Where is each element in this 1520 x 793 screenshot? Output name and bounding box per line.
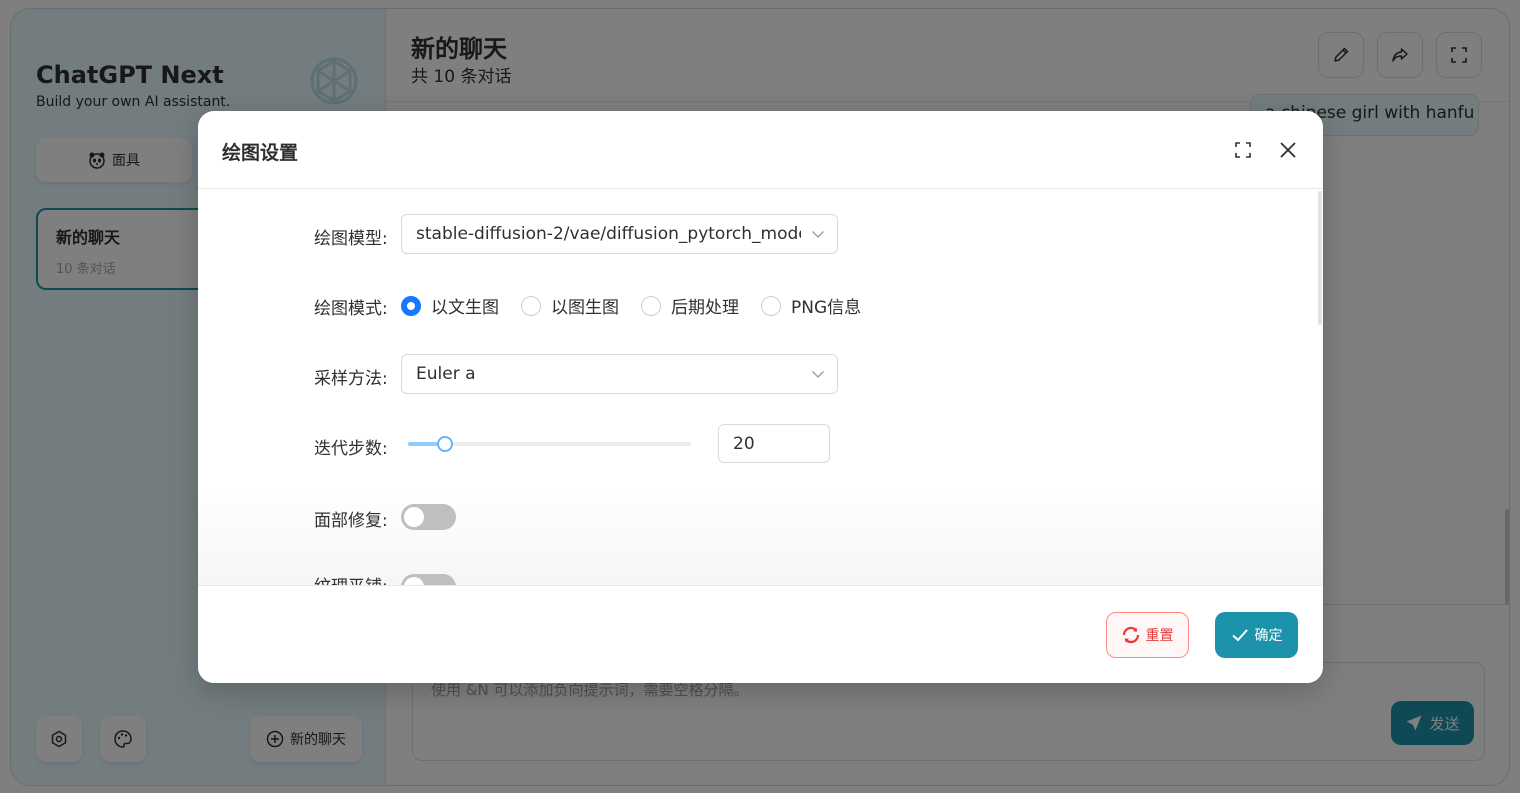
radio-unchecked-icon [521,295,541,316]
mode-radio-pnginfo[interactable]: PNG信息 [761,293,861,318]
radio-unchecked-icon [641,295,661,316]
mode-radio-postprocess[interactable]: 后期处理 [641,293,739,318]
radio-unchecked-icon [761,295,781,316]
sampler-label: 采样方法: [314,369,388,389]
check-icon [1231,629,1248,642]
steps-slider-handle[interactable] [436,436,453,452]
modal-header: 绘图设置 [198,111,1323,189]
steps-label: 迭代步数: [314,439,388,459]
reset-label: 重置 [1145,628,1174,644]
modal-footer: 重置 确定 [198,585,1323,683]
close-icon [1280,142,1296,158]
reset-icon [1122,626,1139,644]
modal-body[interactable]: 绘图模型: stable-diffusion-2/vae/diffusion_p… [198,189,1323,585]
drawing-settings-modal: 绘图设置 绘图模型: stable-diffusion-2/vae/diffus… [198,111,1323,683]
reset-button[interactable]: 重置 [1106,612,1189,658]
radio-label: 以文生图 [431,298,499,318]
steps-slider[interactable] [408,436,691,452]
modal-title: 绘图设置 [222,142,299,164]
sampler-select-value: Euler a [416,364,476,384]
radio-label: PNG信息 [791,298,862,318]
model-select-value: stable-diffusion-2/vae/diffusion_pytorch… [416,224,801,244]
radio-checked-icon [401,295,421,316]
confirm-button[interactable]: 确定 [1215,612,1298,658]
mode-radio-img2img[interactable]: 以图生图 [521,293,619,318]
face-restore-label: 面部修复: [314,511,388,531]
radio-label: 以图生图 [551,298,619,318]
modal-scrollbar[interactable] [1318,191,1322,325]
mode-radio-txt2img[interactable]: 以文生图 [401,293,499,318]
switch-knob [404,577,424,585]
chevron-down-icon [812,371,824,378]
model-select[interactable]: stable-diffusion-2/vae/diffusion_pytorch… [401,214,838,254]
switch-knob [404,507,424,527]
radio-label: 后期处理 [671,298,739,318]
tiling-label: 纹理平铺: [314,572,388,585]
tiling-switch[interactable] [401,574,456,585]
chevron-down-icon [812,231,824,238]
modal-maximize-button[interactable] [1228,135,1258,165]
face-restore-switch[interactable] [401,504,456,530]
modal-close-button[interactable] [1273,135,1303,165]
sampler-select[interactable]: Euler a [401,354,838,394]
model-label: 绘图模型: [314,229,388,249]
steps-number-input[interactable]: 20 [718,424,830,463]
confirm-label: 确定 [1254,628,1283,644]
expand-icon [1235,142,1251,158]
mode-label: 绘图模式: [314,299,388,319]
